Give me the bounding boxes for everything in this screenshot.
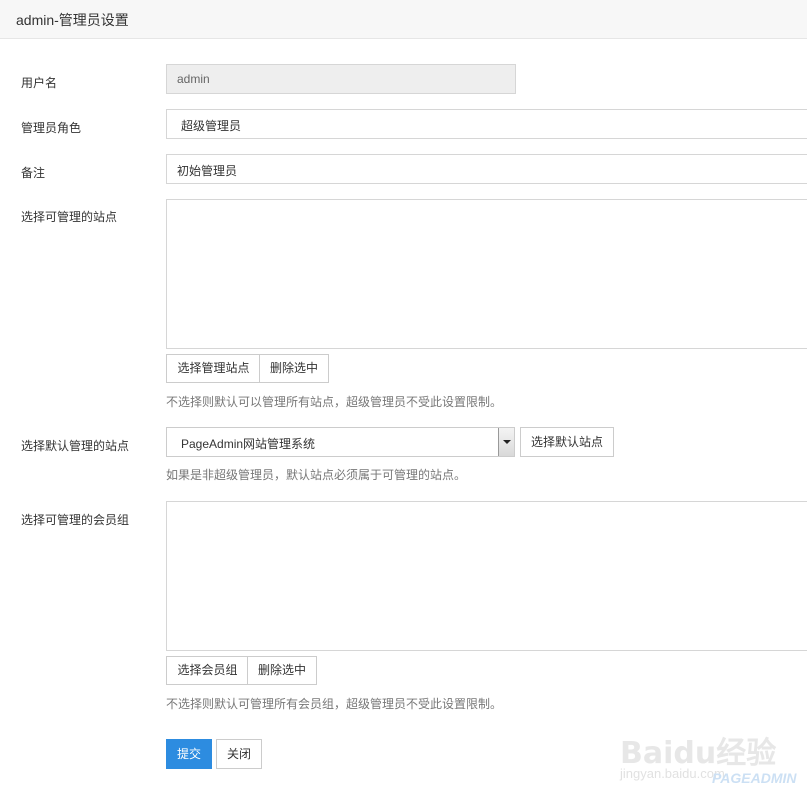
member-groups-label: 选择可管理的会员组 bbox=[21, 513, 130, 527]
sites-label: 选择可管理的站点 bbox=[21, 210, 118, 224]
chevron-down-icon[interactable] bbox=[498, 428, 514, 456]
watermark-url: jingyan.baidu.com bbox=[620, 766, 725, 781]
default-site-hint: 如果是非超级管理员，默认站点必须属于可管理的站点。 bbox=[166, 468, 467, 482]
role-label: 管理员角色 bbox=[21, 121, 82, 135]
username-field[interactable]: admin bbox=[166, 64, 516, 94]
remark-field[interactable]: 初始管理员 bbox=[166, 154, 807, 184]
delete-selected-groups-button[interactable]: 删除选中 bbox=[247, 656, 317, 685]
remark-value: 初始管理员 bbox=[177, 164, 238, 178]
username-value: admin bbox=[177, 72, 210, 86]
role-value: 超级管理员 bbox=[181, 119, 242, 133]
default-site-label: 选择默认管理的站点 bbox=[21, 439, 130, 453]
role-field[interactable]: 超级管理员 bbox=[166, 109, 807, 139]
select-sites-button[interactable]: 选择管理站点 bbox=[166, 354, 260, 383]
submit-button[interactable]: 提交 bbox=[166, 739, 212, 769]
delete-selected-sites-button[interactable]: 删除选中 bbox=[259, 354, 329, 383]
sites-list[interactable] bbox=[166, 199, 807, 349]
username-label: 用户名 bbox=[21, 76, 58, 90]
close-button[interactable]: 关闭 bbox=[216, 739, 262, 769]
select-default-site-button[interactable]: 选择默认站点 bbox=[520, 427, 614, 457]
baidu-watermark: Baidu经验 jingyan.baidu.com PAGEADMIN bbox=[616, 712, 797, 792]
default-site-select[interactable]: PageAdmin网站管理系统 bbox=[166, 427, 515, 457]
select-member-groups-button[interactable]: 选择会员组 bbox=[166, 656, 248, 685]
remark-label: 备注 bbox=[21, 166, 46, 180]
default-site-value: PageAdmin网站管理系统 bbox=[181, 437, 316, 451]
member-groups-list[interactable] bbox=[166, 501, 807, 651]
watermark-product: PAGEADMIN bbox=[712, 770, 797, 786]
sites-hint: 不选择则默认可以管理所有站点，超级管理员不受此设置限制。 bbox=[166, 395, 503, 409]
member-groups-hint: 不选择则默认可管理所有会员组，超级管理员不受此设置限制。 bbox=[166, 697, 503, 711]
page-title: admin-管理员设置 bbox=[16, 12, 129, 28]
title-bar: admin-管理员设置 bbox=[0, 0, 807, 39]
